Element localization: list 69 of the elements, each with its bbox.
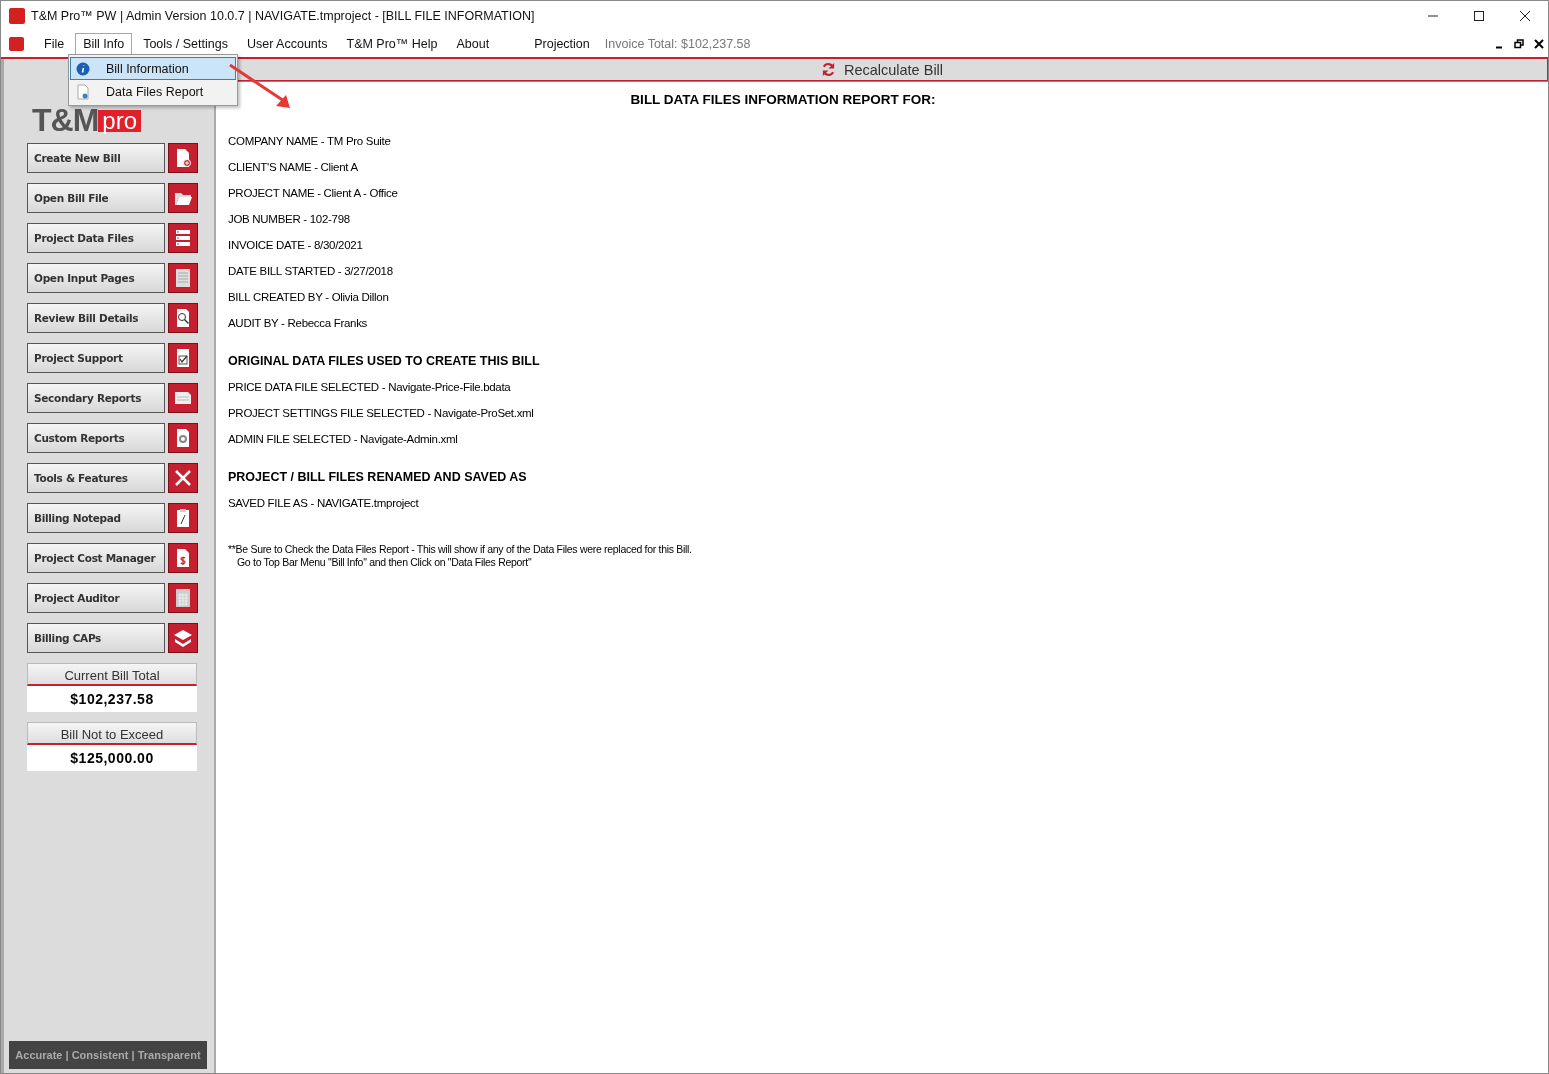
calculator-icon[interactable]: [168, 583, 198, 613]
menu-item[interactable]: User Accounts: [238, 33, 336, 55]
report-line: COMPANY NAME - TM Pro Suite: [228, 134, 392, 149]
total-value: $125,000.00: [27, 745, 197, 771]
report-line: DATE BILL STARTED - 3/27/2018: [228, 264, 394, 279]
report-line: SAVED FILE AS - NAVIGATE.tmproject: [228, 496, 420, 511]
report-line: PRICE DATA FILE SELECTED - Navigate-Price-File.bdata: [228, 380, 512, 395]
menu-item[interactable]: File: [36, 33, 73, 55]
report-line: PROJECT NAME - Client A - Office: [228, 186, 399, 201]
refresh-icon: [820, 62, 836, 77]
tools-icon[interactable]: [168, 463, 198, 493]
maximize-icon[interactable]: [1473, 10, 1485, 22]
report-title: BILL DATA FILES INFORMATION REPORT FOR:: [629, 92, 937, 107]
report-icon[interactable]: [168, 383, 198, 413]
list-icon[interactable]: [168, 223, 198, 253]
menu-item[interactable]: Bill Info: [75, 33, 133, 55]
report-line: INVOICE DATE - 8/30/2021: [228, 238, 364, 253]
sidebar-button[interactable]: Project Cost Manager: [27, 543, 165, 573]
sidebar-button[interactable]: Secondary Reports: [27, 383, 165, 413]
tagline-bar: Accurate | Consistent | Transparent: [9, 1041, 207, 1069]
report-line: PROJECT SETTINGS FILE SELECTED - Navigate-ProSet.xml: [228, 406, 535, 421]
report-line: AUDIT BY - Rebecca Franks: [228, 316, 369, 331]
sidebar-button[interactable]: Review Bill Details: [27, 303, 165, 333]
gear-icon[interactable]: [168, 423, 198, 453]
sidebar-button[interactable]: Billing Notepad: [27, 503, 165, 533]
info-icon: [76, 61, 90, 76]
report-line: JOB NUMBER - 102-798: [228, 212, 351, 227]
document-icon: [76, 83, 90, 100]
sidebar-button[interactable]: Billing CAPs: [27, 623, 165, 653]
new-file-icon[interactable]: [168, 143, 198, 173]
notepad-icon[interactable]: [168, 503, 198, 533]
total-label: Bill Not to Exceed: [27, 722, 197, 745]
section-heading: PROJECT / BILL FILES RENAMED AND SAVED AS: [228, 469, 528, 486]
sidebar-button[interactable]: Create New Bill: [27, 143, 165, 173]
window-title: T&M Pro™ PW | Admin Version 10.0.7 | NAVIGATE.tmproject - [BILL FILE INFORMATION]: [31, 9, 535, 23]
sidebar-button[interactable]: Project Data Files: [27, 223, 165, 253]
sidebar-button[interactable]: Custom Reports: [27, 423, 165, 453]
report-line: CLIENT'S NAME - Client A: [228, 160, 359, 175]
sidebar-button[interactable]: Project Auditor: [27, 583, 165, 613]
note-text: Go to Top Bar Menu "Bill Info" and then Click on "Data Files Report": [236, 556, 533, 569]
menu-item[interactable]: Projection: [526, 33, 598, 55]
search-icon[interactable]: [168, 303, 198, 333]
invoice-total: Invoice Total: $102,237.58: [604, 37, 751, 51]
section-heading: ORIGINAL DATA FILES USED TO CREATE THIS BILL: [228, 353, 541, 370]
total-value: $102,237.58: [27, 686, 197, 712]
check-icon[interactable]: [168, 343, 198, 373]
menu-item[interactable]: Data Files Report: [70, 80, 236, 103]
sidebar-button[interactable]: Tools & Features: [27, 463, 165, 493]
close-icon[interactable]: [1519, 10, 1531, 22]
dollar-icon[interactable]: [168, 543, 198, 573]
app-logo-icon: [9, 8, 25, 24]
note-text: **Be Sure to Check the Data Files Report - This will show if any of the Data Files were replaced for this Bill.: [228, 543, 693, 556]
folder-icon[interactable]: [168, 183, 198, 213]
menu-item[interactable]: T&M Pro™ Help: [338, 33, 446, 55]
restore-icon[interactable]: [1514, 39, 1524, 49]
app-logo-icon: [9, 37, 24, 51]
brand-logo: T&M pro: [32, 105, 141, 135]
sidebar-button[interactable]: Open Bill File: [27, 183, 165, 213]
sidebar-button[interactable]: Open Input Pages: [27, 263, 165, 293]
menu-item[interactable]: About: [448, 33, 498, 55]
sidebar-button[interactable]: Project Support: [27, 343, 165, 373]
menu-item[interactable]: Bill Information: [70, 57, 236, 80]
layers-icon[interactable]: [168, 623, 198, 653]
close-icon[interactable]: [1534, 39, 1544, 49]
total-label: Current Bill Total: [27, 663, 197, 686]
form-icon[interactable]: [168, 263, 198, 293]
report-line: BILL CREATED BY - Olivia Dillon: [228, 290, 390, 305]
report-line: ADMIN FILE SELECTED - Navigate-Admin.xml: [228, 432, 459, 447]
menu-item[interactable]: Tools / Settings: [135, 33, 236, 55]
